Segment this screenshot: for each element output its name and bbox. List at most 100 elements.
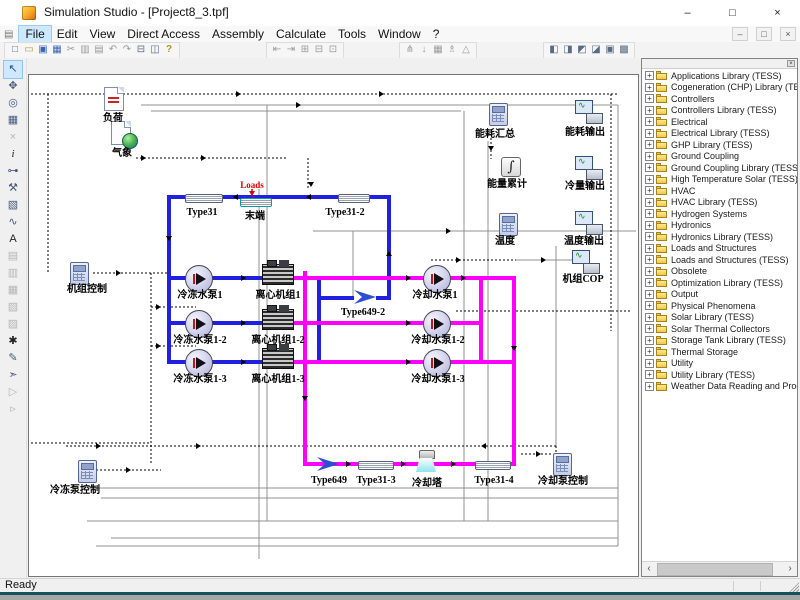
link-tool-icon[interactable]: ⊶	[4, 163, 22, 180]
expand-plus-icon[interactable]: +	[645, 290, 654, 299]
cooling-tower-icon[interactable]	[414, 450, 438, 474]
expand-plus-icon[interactable]: +	[645, 359, 654, 368]
expand-plus-icon[interactable]: +	[645, 267, 654, 276]
save-icon[interactable]: ▣	[36, 43, 50, 57]
layout-a-icon[interactable]: ▤	[4, 248, 22, 265]
wrench-tool-icon[interactable]: ⚒	[4, 180, 22, 197]
zoom-tool-icon[interactable]: ◎	[4, 95, 22, 112]
expand-plus-icon[interactable]: +	[645, 255, 654, 264]
hierarchy-icon[interactable]: ⋔	[403, 43, 417, 57]
menu-calculate[interactable]: Calculate	[270, 26, 332, 42]
expand-plus-icon[interactable]: +	[645, 106, 654, 115]
pipe-type31-icon[interactable]	[185, 194, 223, 203]
expand-plus-icon[interactable]: +	[645, 198, 654, 207]
energy-summary-icon[interactable]	[489, 103, 508, 126]
expand-plus-icon[interactable]: +	[645, 163, 654, 172]
window-split-right-icon[interactable]: ◨	[561, 43, 575, 57]
chilled-pump-controller-icon[interactable]	[78, 460, 97, 483]
tree-item[interactable]: + HVAC	[642, 185, 797, 197]
component-icon[interactable]: ♗	[445, 43, 459, 57]
centrifugal-chiller-1-icon[interactable]	[262, 264, 294, 285]
run-tool-icon[interactable]: ➣	[4, 367, 22, 384]
minimize-button[interactable]: –	[665, 0, 710, 26]
expand-plus-icon[interactable]: +	[645, 221, 654, 230]
tree-item[interactable]: + Obsolete	[642, 266, 797, 278]
tree-item[interactable]: + Weather Data Reading and Process	[642, 381, 797, 393]
diagram-canvas[interactable]: ∿ ∫ ∿ ∿ ∿ Loads 负荷 气象 Type31	[28, 74, 639, 577]
pointer-tool-icon[interactable]: ↖	[4, 61, 22, 78]
close-button[interactable]: ×	[755, 0, 800, 26]
zoom-page-icon[interactable]: ⊟	[312, 43, 326, 57]
redo-icon[interactable]: ↷	[120, 43, 134, 57]
expand-plus-icon[interactable]: +	[645, 140, 654, 149]
tree-item[interactable]: + Solar Thermal Collectors	[642, 323, 797, 335]
paste-icon[interactable]: ▤	[92, 43, 106, 57]
undo-icon[interactable]: ↶	[106, 43, 120, 57]
maximize-button[interactable]: □	[710, 0, 755, 26]
flag-a-icon[interactable]: ▷	[4, 384, 22, 401]
tree-close-icon[interactable]: ×	[787, 60, 795, 67]
energy-integrator-icon[interactable]: ∫	[501, 157, 521, 177]
spline-tool-icon[interactable]: ∿	[4, 214, 22, 231]
tree-item[interactable]: + Storage Tank Library (TESS)	[642, 335, 797, 347]
fit-window-icon[interactable]: ⊞	[298, 43, 312, 57]
tree-item[interactable]: + Output	[642, 289, 797, 301]
tree-item[interactable]: + Physical Phenomena	[642, 300, 797, 312]
layout-d-icon[interactable]: ▧	[4, 299, 22, 316]
tree-item[interactable]: + Thermal Storage	[642, 346, 797, 358]
tree-item[interactable]: + Solar Library (TESS)	[642, 312, 797, 324]
expand-plus-icon[interactable]: +	[645, 232, 654, 241]
tree-item[interactable]: + Hydrogen Systems	[642, 208, 797, 220]
expand-plus-icon[interactable]: +	[645, 370, 654, 379]
menu-file[interactable]: File	[19, 26, 50, 42]
expand-plus-icon[interactable]: +	[645, 209, 654, 218]
save-all-icon[interactable]: ▦	[50, 43, 64, 57]
sort-down-icon[interactable]: ↓	[417, 43, 431, 57]
tree-item[interactable]: + Hydronics Library (TESS)	[642, 231, 797, 243]
pipe-type31-3-icon[interactable]	[358, 461, 394, 470]
tree-item[interactable]: + GHP Library (TESS)	[642, 139, 797, 151]
tree-item[interactable]: + Utility	[642, 358, 797, 370]
expand-plus-icon[interactable]: +	[645, 129, 654, 138]
menu-edit[interactable]: Edit	[51, 26, 84, 42]
menu-window[interactable]: Window	[372, 26, 427, 42]
expand-plus-icon[interactable]: +	[645, 301, 654, 310]
tile-view-icon[interactable]: ⊡	[326, 43, 340, 57]
window-grid-icon[interactable]: ▩	[617, 43, 631, 57]
expand-plus-icon[interactable]: +	[645, 186, 654, 195]
pipe-type31-4-icon[interactable]	[475, 461, 511, 470]
layout-c-icon[interactable]: ▦	[4, 282, 22, 299]
expand-plus-icon[interactable]: +	[645, 175, 654, 184]
menu-direct-access[interactable]: Direct Access	[121, 26, 206, 42]
load-file-icon[interactable]	[104, 87, 124, 111]
expand-plus-icon[interactable]: +	[645, 347, 654, 356]
expand-plus-icon[interactable]: +	[645, 83, 654, 92]
grid-table-icon[interactable]: ▦	[431, 43, 445, 57]
stamp-tool-icon[interactable]: ▧	[4, 197, 22, 214]
help-icon[interactable]: ?	[162, 43, 176, 57]
expand-plus-icon[interactable]: +	[645, 336, 654, 345]
gear-tool-icon[interactable]: ✱	[4, 333, 22, 350]
scroll-right-icon[interactable]: ›	[783, 562, 797, 575]
pen-tool-icon[interactable]: ✎	[4, 350, 22, 367]
tree-horizontal-scrollbar[interactable]: ‹ ›	[642, 561, 797, 576]
stretch-horizontal-icon[interactable]: ⇥	[284, 43, 298, 57]
open-file-icon[interactable]: ▭	[22, 43, 36, 57]
tree-item[interactable]: + Cogeneration (CHP) Library (TESS)	[642, 82, 797, 94]
tree-item[interactable]: + Loads and Structures (TESS)	[642, 254, 797, 266]
info-tool-icon[interactable]: i	[4, 146, 22, 163]
window-split-left-icon[interactable]: ◧	[547, 43, 561, 57]
energy-output-icon[interactable]: ∿	[575, 100, 603, 124]
centrifugal-chiller-1-3-icon[interactable]	[262, 348, 294, 369]
tree-item[interactable]: + Optimization Library (TESS)	[642, 277, 797, 289]
tree-item[interactable]: + Loads and Structures	[642, 243, 797, 255]
cut-icon[interactable]: ✂	[64, 43, 78, 57]
child-close-button[interactable]: ×	[780, 27, 796, 41]
weather-file-icon[interactable]	[111, 121, 131, 145]
window-full-icon[interactable]: ▣	[603, 43, 617, 57]
image-tool-icon[interactable]: ▦	[4, 112, 22, 129]
tree-item[interactable]: + Ground Coupling	[642, 151, 797, 163]
menu-tools[interactable]: Tools	[332, 26, 372, 42]
expand-plus-icon[interactable]: +	[645, 71, 654, 80]
tree-item[interactable]: + Electrical	[642, 116, 797, 128]
